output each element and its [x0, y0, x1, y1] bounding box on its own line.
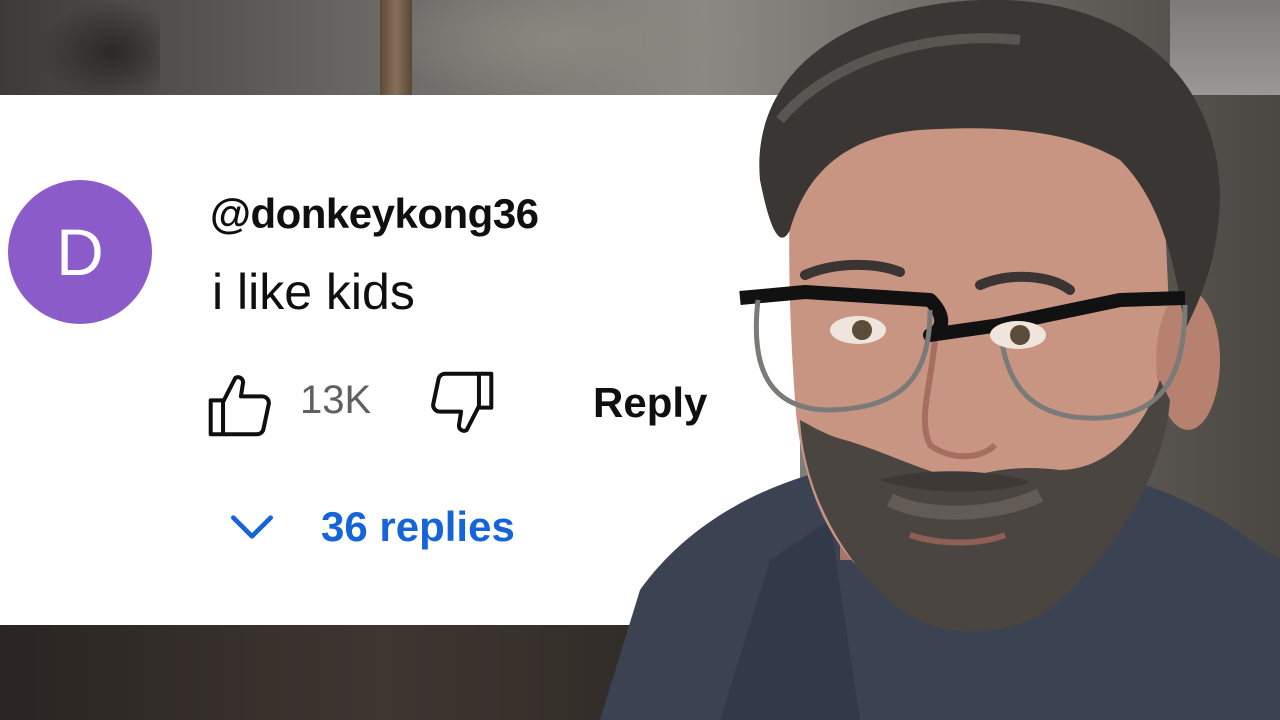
background-lamp — [40, 0, 160, 95]
avatar-letter: D — [56, 215, 104, 289]
thumbs-down-icon — [431, 371, 494, 433]
chevron-down-icon — [220, 495, 284, 559]
dislike-button[interactable] — [422, 363, 502, 443]
replies-count-label: 36 replies — [321, 503, 515, 550]
avatar[interactable]: D — [8, 180, 152, 324]
comment-text: i like kids — [212, 264, 415, 320]
background-shelf — [380, 0, 412, 95]
like-button[interactable] — [200, 365, 280, 445]
like-count: 13K — [300, 378, 372, 422]
comment-username[interactable]: @donkeykong36 — [210, 190, 539, 238]
show-replies-button[interactable]: 36 replies — [220, 495, 515, 559]
thumbnail-scene: D @donkeykong36 i like kids 13K Reply 36… — [0, 0, 1280, 720]
person-portrait — [600, 0, 1280, 720]
thumbs-up-icon — [208, 375, 271, 437]
